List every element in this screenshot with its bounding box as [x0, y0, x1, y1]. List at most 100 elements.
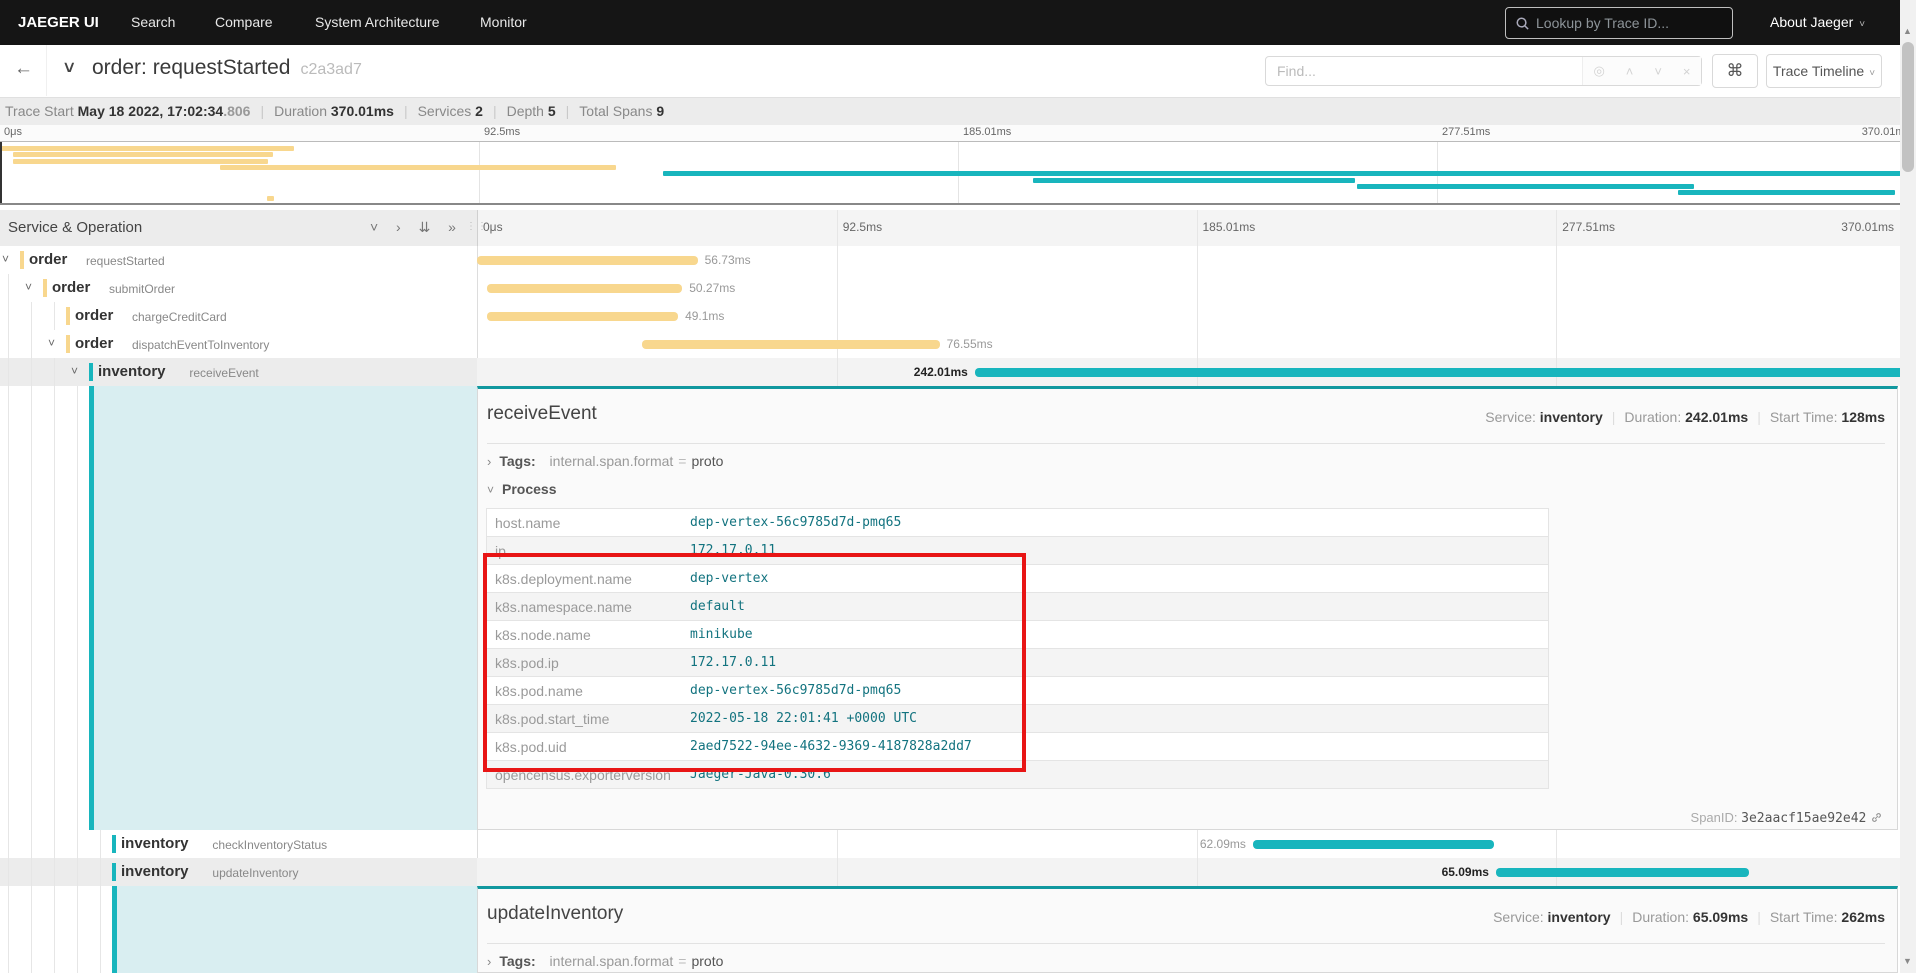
span-bar-cell[interactable]: 65.09ms: [477, 858, 1916, 886]
nav-item-monitor[interactable]: Monitor: [480, 14, 527, 30]
minimap-span-bar: [13, 159, 267, 164]
prev-match-icon[interactable]: ˄: [1626, 64, 1634, 79]
clear-find-icon[interactable]: ×: [1683, 64, 1691, 79]
span-duration-bar[interactable]: [487, 284, 683, 293]
span-row-dispatchEventToInventory[interactable]: ˅orderdispatchEventToInventory 76.55ms: [0, 330, 1916, 358]
tag-key: internal.span.format: [550, 953, 674, 969]
span-name-cell[interactable]: inventoryupdateInventory: [0, 858, 478, 886]
nav-item-compare[interactable]: Compare: [215, 14, 273, 30]
detail-meta-label: Service:: [1493, 909, 1547, 925]
span-duration-bar[interactable]: [642, 340, 940, 349]
kv-value[interactable]: dep-vertex-56c9785d7d-pmq65: [690, 515, 901, 530]
chevron-down-icon[interactable]: ˅: [2, 252, 9, 266]
span-row-updateInventory[interactable]: inventoryupdateInventory65.09ms: [0, 858, 1916, 886]
span-bar-cell[interactable]: 56.73ms: [477, 246, 1916, 274]
meta-label: Services: [418, 103, 476, 119]
span-row-checkInventoryStatus[interactable]: inventorycheckInventoryStatus62.09ms: [0, 830, 1916, 858]
chevron-down-icon: ˅: [487, 483, 494, 497]
kv-value[interactable]: default: [690, 599, 745, 614]
span-duration-bar[interactable]: [477, 256, 698, 265]
trace-meta-bar: Trace Start May 18 2022, 17:02:34.806|Du…: [0, 97, 1916, 126]
kv-value[interactable]: dep-vertex: [690, 571, 768, 586]
collapse-trace-chevron-icon[interactable]: ˅: [64, 58, 75, 79]
vertical-scrollbar[interactable]: ▲ ▼: [1900, 0, 1916, 973]
kv-value[interactable]: 172.17.0.11: [690, 543, 776, 558]
kv-value[interactable]: minikube: [690, 627, 753, 642]
kv-value[interactable]: 172.17.0.11: [690, 655, 776, 670]
detail-indent-update-inventory: [0, 886, 477, 973]
collapse-one-icon[interactable]: ˅: [370, 219, 378, 236]
back-button[interactable]: ←: [0, 45, 47, 96]
span-name-cell[interactable]: ˅inventoryreceiveEvent: [0, 358, 478, 386]
service-name: inventory: [98, 363, 166, 380]
span-bar-cell[interactable]: 49.1ms: [477, 302, 1916, 330]
span-row-submitOrder[interactable]: ˅ordersubmitOrder50.27ms: [0, 274, 1916, 302]
link-icon[interactable]: [1870, 811, 1883, 824]
app-brand[interactable]: JAEGER UI: [18, 14, 99, 31]
tree-guide-line: [31, 830, 32, 858]
keyboard-shortcuts-button[interactable]: ⌘: [1712, 54, 1758, 88]
expand-one-icon[interactable]: ›: [396, 219, 401, 236]
minimap-drag-handle-left[interactable]: [0, 142, 2, 203]
kv-row: k8s.deployment.namedep-vertex: [487, 565, 1548, 593]
span-row-chargeCreditCard[interactable]: orderchargeCreditCard 49.1ms: [0, 302, 1916, 330]
tree-guide-line: [100, 858, 101, 886]
span-bar-cell[interactable]: 76.55ms: [477, 330, 1916, 358]
detail-meta-value: inventory: [1540, 409, 1603, 425]
span-bar-cell[interactable]: 50.27ms: [477, 274, 1916, 302]
span-duration-bar[interactable]: [1253, 840, 1494, 849]
span-name-cell[interactable]: inventorycheckInventoryStatus: [0, 830, 478, 858]
find-input[interactable]: Find... ◎ ˄ ˅ ×: [1265, 56, 1702, 86]
process-accordion[interactable]: ˅Process: [487, 481, 557, 497]
tags-accordion[interactable]: ›Tags: internal.span.format=proto: [487, 453, 723, 469]
next-match-icon[interactable]: ˅: [1654, 64, 1662, 79]
span-duration-label: 76.55ms: [947, 337, 993, 351]
span-row-requestStarted[interactable]: ˅orderrequestStarted56.73ms: [0, 246, 1916, 274]
tree-guide-line: [100, 886, 101, 973]
span-duration-bar[interactable]: [1496, 868, 1749, 877]
trace-lookup-input[interactable]: Lookup by Trace ID...: [1505, 7, 1733, 39]
span-name-cell[interactable]: ˅ordersubmitOrder: [0, 274, 478, 302]
span-duration-bar[interactable]: [487, 312, 678, 321]
about-jaeger-menu[interactable]: About Jaeger˅: [1770, 14, 1865, 30]
chevron-down-icon[interactable]: ˅: [48, 336, 55, 350]
minimap-tick-label: 92.5ms: [484, 126, 520, 138]
span-row-receiveEvent[interactable]: ˅inventoryreceiveEvent242.01ms: [0, 358, 1916, 386]
scroll-down-icon[interactable]: ▼: [1903, 956, 1912, 966]
collapse-all-icon[interactable]: ⇊: [419, 219, 431, 236]
span-name-cell[interactable]: ˅orderrequestStarted: [0, 246, 478, 274]
service-color-bar: [20, 251, 24, 269]
span-name-cell[interactable]: orderchargeCreditCard: [0, 302, 478, 330]
span-bar-cell[interactable]: 242.01ms: [477, 358, 1916, 386]
trace-view-select[interactable]: Trace Timeline˅: [1766, 54, 1882, 88]
tag-key: internal.span.format: [550, 453, 674, 469]
span-duration-label: 49.1ms: [685, 309, 724, 323]
chevron-down-icon: ˅: [1859, 19, 1865, 30]
timeline-gridline: [1197, 246, 1198, 274]
minimap-canvas[interactable]: [0, 141, 1916, 205]
kv-value[interactable]: 2aed7522-94ee-4632-9369-4187828a2dd7: [690, 739, 972, 754]
chevron-down-icon[interactable]: ˅: [71, 364, 78, 378]
match-highlight-icon[interactable]: ◎: [1593, 63, 1604, 79]
tags-accordion[interactable]: ›Tags: internal.span.format=proto: [487, 953, 723, 969]
span-bar-cell[interactable]: 62.09ms: [477, 830, 1916, 858]
kv-row: k8s.node.nameminikube: [487, 621, 1548, 649]
find-placeholder: Find...: [1277, 63, 1316, 79]
kv-value[interactable]: dep-vertex-56c9785d7d-pmq65: [690, 683, 901, 698]
nav-item-search[interactable]: Search: [131, 14, 175, 30]
timeline-gridline: [1197, 858, 1198, 886]
span-name-cell[interactable]: ˅orderdispatchEventToInventory: [0, 330, 478, 358]
kv-value[interactable]: Jaeger-Java-0.30.6: [690, 767, 831, 782]
span-duration-bar[interactable]: [975, 368, 1916, 377]
detail-meta-label: Duration:: [1632, 909, 1693, 925]
expand-all-icon[interactable]: »: [448, 219, 456, 236]
scrollbar-thumb[interactable]: [1902, 42, 1914, 172]
nav-item-system-architecture[interactable]: System Architecture: [315, 14, 440, 30]
tree-guide-line: [77, 830, 78, 858]
chevron-down-icon[interactable]: ˅: [25, 280, 32, 294]
tree-guide-line: [77, 886, 78, 973]
kv-value[interactable]: 2022-05-18 22:01:41 +0000 UTC: [690, 711, 917, 726]
minimap-tick-label: 0μs: [4, 126, 22, 138]
span-detail-update-inventory: updateInventory Service: inventory|Durat…: [477, 886, 1898, 973]
scroll-up-icon[interactable]: ▲: [1903, 26, 1912, 36]
